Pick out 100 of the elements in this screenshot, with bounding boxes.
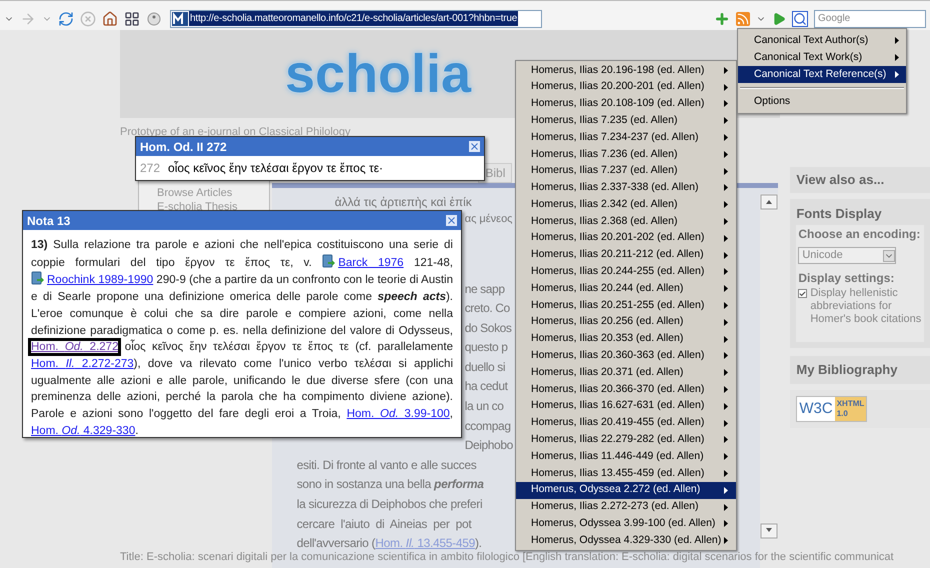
checkbox[interactable] xyxy=(798,289,808,298)
field-label: Display settings: xyxy=(798,270,896,287)
menu-item[interactable]: Homerus, Ilias 20.360-363 (ed. Allen) xyxy=(516,348,736,364)
menu-item[interactable]: Homerus, Odyssea 3.99-100 (ed. Allen) xyxy=(516,516,736,532)
menu-item[interactable]: Canonical Text Work(s) xyxy=(738,49,906,66)
menu-item[interactable]: Homerus, Ilias 2.272-273 (ed. Allen) xyxy=(516,498,736,516)
article-text: duello si xyxy=(464,358,506,376)
menu-item[interactable]: Homerus, Ilias 22.279-282 (ed. Allen) xyxy=(516,432,736,448)
article-text: cercare l'aiuto di Aineias per pot xyxy=(296,516,472,533)
submenu-arrow-icon xyxy=(724,234,728,242)
grid-icon[interactable] xyxy=(124,10,140,26)
submenu-arrow-icon xyxy=(724,117,728,124)
submenu-arrow-icon xyxy=(724,486,728,494)
submenu-arrow-icon xyxy=(895,37,899,44)
tag-icon[interactable] xyxy=(146,10,162,26)
close-icon[interactable] xyxy=(469,141,480,152)
submenu-arrow-icon xyxy=(724,252,728,259)
submenu-arrow-icon xyxy=(724,66,728,74)
submenu-arrow-icon xyxy=(724,470,728,478)
menu-item[interactable]: Homerus, Ilias 20.353 (ed. Allen) xyxy=(516,330,736,348)
submenu-arrow-icon xyxy=(724,268,728,276)
dropdown-icon xyxy=(883,250,896,262)
submenu-arrow-icon xyxy=(724,285,728,292)
article-text: dell'avversario (Hom. Il. 13.455-459). xyxy=(296,535,482,552)
menu-item[interactable]: Homerus, Ilias 7.237 (ed. Allen) xyxy=(516,162,736,180)
popup-title: Nota 13 xyxy=(27,212,70,230)
menu-item[interactable]: Options xyxy=(738,93,906,110)
greek-text: ας μένεος xyxy=(464,212,512,226)
add-icon[interactable] xyxy=(714,10,730,26)
citation-link[interactable]: Hom. Od. 2.272 xyxy=(31,341,118,354)
menu-item[interactable]: Homerus, Ilias 20.366-370 (ed. Allen) xyxy=(516,381,736,398)
tagline: Prototype of an e-journal on Classical Philology xyxy=(120,125,351,140)
greek-verse: οἷος κεῖνος ἔην τελέσαι ἔργον τε ἔπος τε· xyxy=(168,160,384,177)
feed-icon[interactable] xyxy=(736,12,750,26)
article-title-info: Title: E-scholia: scenari digitali per la comunicazione scientifica in ambito filologico [English translation: E-scholia: digital scenarios for the scientific communicat xyxy=(120,550,894,564)
menu-item[interactable]: Homerus, Ilias 20.419-455 (ed. Allen) xyxy=(516,414,736,432)
citation-link[interactable]: Barck 1976 xyxy=(338,256,404,269)
menu-item[interactable]: Homerus, Ilias 7.234-237 (ed. Allen) xyxy=(516,129,736,146)
citation-link[interactable]: Hom. Od. 3.99-100 xyxy=(346,408,450,420)
citation-link[interactable]: Hom. Od. 4.329-330 xyxy=(31,424,136,437)
menu-item[interactable]: Homerus, Ilias 20.244-255 (ed. Allen) xyxy=(516,264,736,280)
address-field[interactable]: http://e-scholia.matteoromanello.info/c21/e-scholia/articles/art-001?hhbn=true xyxy=(170,10,542,28)
menu-item[interactable]: Homerus, Odyssea 4.329-330 (ed. Allen) xyxy=(516,532,736,550)
menu-item[interactable]: Homerus, Ilias 13.455-459 (ed. Allen) xyxy=(516,465,736,482)
search-field[interactable]: Google xyxy=(814,10,926,28)
menu-item[interactable]: Canonical Text Author(s) xyxy=(738,32,906,49)
submenu-arrow-icon xyxy=(895,71,899,78)
article-text: la sicurezza di Deiphobos che preferi xyxy=(296,496,482,514)
box-title: View also as... xyxy=(796,170,884,189)
menu-item[interactable]: Homerus, Odyssea 2.272 (ed. Allen) xyxy=(516,482,736,499)
home-icon[interactable] xyxy=(102,10,118,26)
menu-item[interactable]: Homerus, Ilias 20.251-255 (ed. Allen) xyxy=(516,297,736,314)
menu-item[interactable]: Homerus, Ilias 20.108-109 (ed. Allen) xyxy=(516,96,736,112)
search-engine-icon[interactable] xyxy=(792,10,808,26)
submenu-arrow-icon xyxy=(724,402,728,410)
citation-link[interactable]: Roochink 1989-1990 xyxy=(47,274,154,286)
submenu-arrow-icon xyxy=(724,537,728,544)
submenu-arrow-icon xyxy=(724,369,728,376)
menu-item[interactable]: Homerus, Ilias 7.235 (ed. Allen) xyxy=(516,112,736,130)
submenu-arrow-icon xyxy=(724,352,728,360)
menu-item[interactable]: Homerus, Ilias 20.200-201 (ed. Allen) xyxy=(516,78,736,96)
reload-icon[interactable] xyxy=(58,10,74,26)
menu-item[interactable]: Canonical Text Reference(s) xyxy=(738,66,906,83)
menu-item[interactable]: Homerus, Ilias 20.244 (ed. Allen) xyxy=(516,280,736,298)
submenu-arrow-icon xyxy=(724,100,728,108)
article-text: ccompag xyxy=(464,418,511,435)
menu-item[interactable]: Homerus, Ilias 2.342 (ed. Allen) xyxy=(516,196,736,214)
submenu-arrow-icon xyxy=(724,84,728,91)
citation-link[interactable]: Hom. Il. 2.272-273 xyxy=(31,358,134,370)
site-icon xyxy=(172,12,188,26)
submenu-arrow-icon xyxy=(724,168,728,175)
submenu-arrow-icon xyxy=(724,436,728,444)
article-text: la un co xyxy=(464,398,504,416)
article-text: questo p xyxy=(464,339,508,356)
checkbox-label: Display hellenistic abbreviations for Homer's book citations xyxy=(810,287,922,326)
menu-item[interactable]: Homerus, Ilias 11.446-449 (ed. Allen) xyxy=(516,448,736,466)
submenu-arrow-icon xyxy=(724,336,728,343)
menu-item[interactable]: Homerus, Ilias 20.211-212 (ed. Allen) xyxy=(516,246,736,264)
submenu-arrow-icon xyxy=(724,520,728,528)
menu-item[interactable]: Homerus, Ilias 20.196-198 (ed. Allen) xyxy=(516,62,736,79)
menu-item[interactable]: Homerus, Ilias 2.337-338 (ed. Allen) xyxy=(516,180,736,196)
submenu-arrow-icon xyxy=(724,386,728,394)
close-icon[interactable] xyxy=(446,215,457,226)
field-label: Choose an encoding: xyxy=(798,226,922,243)
menu-item[interactable]: Homerus, Ilias 20.371 (ed. Allen) xyxy=(516,364,736,382)
article-text: ha cedut xyxy=(464,378,508,396)
menu-item[interactable]: Homerus, Ilias 16.627-631 (ed. Allen) xyxy=(516,398,736,415)
note-text: 13) Sulla relazione tra parole e azioni che nell'epica costituiscono una serie di coppie formulari del tipo ἔργον τε ἔπος τε, v. Barck 1976 121-48, Roochink 1989-1990 290-9 (che a partire da un confronto con le teorie di Austin e di Searle propone una definizione omerica delle parole come speech acts). L'eroe comunque è colui che sa dire parole e compiere azioni, come nella definizione paradigmatica o come p. es. nella definizione del valore di Odysseus, Hom. Od. 2.272 οἷος κεῖνος ἔην τελέσαι ἔργον τε ἔπος τε (cf. parallelamente Hom. Il. 2.272-273), dove va rilevato come l'unico verbo τελέσαι si applichi ugualmente alle azioni e alle parole, unificando le due diverse sfere (con una preminenza delle azioni, perché la parola che ha compimento diviene azione). Parole e azioni sono l'oggetto del fare degli eroi a Troia, Hom. Od. 3.99-100, Hom. Od. 4.329-330. xyxy=(23,230,461,440)
menu-item[interactable]: Homerus, Ilias 7.236 (ed. Allen) xyxy=(516,146,736,163)
play-icon[interactable] xyxy=(772,12,786,26)
submenu-arrow-icon xyxy=(724,318,728,326)
menu-item[interactable]: Homerus, Ilias 20.201-202 (ed. Allen) xyxy=(516,230,736,247)
submenu-arrow-icon xyxy=(724,134,728,142)
submenu-arrow-icon xyxy=(724,150,728,158)
submenu-arrow-icon xyxy=(724,201,728,208)
article-text: Deiphobo xyxy=(464,437,513,454)
box-title: Fonts Display xyxy=(796,204,883,223)
submenu-arrow-icon xyxy=(895,54,899,61)
menu-item[interactable]: Homerus, Ilias 20.256 (ed. Allen) xyxy=(516,314,736,331)
menu-item[interactable]: Homerus, Ilias 2.368 (ed. Allen) xyxy=(516,213,736,230)
